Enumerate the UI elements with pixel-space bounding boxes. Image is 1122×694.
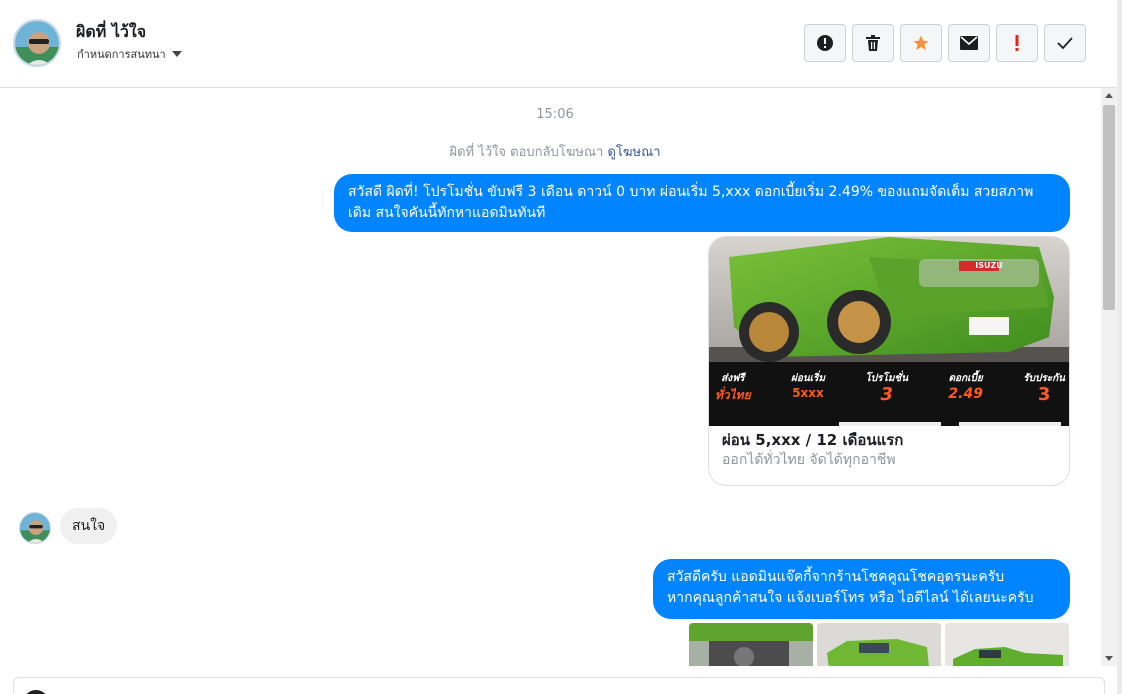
promo-item: ผ่อนเริ่ม 5xxx: [791, 371, 825, 405]
attachment-image[interactable]: [689, 623, 813, 666]
promo-item: โปรโมชั่น 3: [865, 371, 908, 405]
promo-banner: ส่งฟรี ทั่วไทย ผ่อนเริ่ม 5xxx โปรโมชั่น …: [715, 371, 1065, 405]
view-ad-link[interactable]: ดูโฆษณา: [607, 145, 660, 160]
ad-card-image: ISUZU ส่งฟรี ทั่วไทย ผ่อนเริ่ม 5xxx โปรโ…: [709, 237, 1069, 426]
check-icon: [1057, 37, 1073, 50]
thread-scrollbar[interactable]: [1101, 88, 1117, 666]
promo-item-value: 2.49: [948, 386, 983, 402]
scrollbar-thumb[interactable]: [1103, 105, 1115, 310]
delete-button[interactable]: [852, 24, 894, 62]
message-timestamp: 15:06: [536, 107, 574, 122]
caret-down-icon: [171, 51, 182, 57]
ad-note-text: ผิดที่ ไว้ใจ ตอบกลับโฆษณา: [449, 145, 604, 160]
assign-conversation-dropdown[interactable]: กำหนดการสนทนา: [77, 45, 182, 63]
brand-badge: ISUZU: [975, 261, 1003, 270]
promo-item-label: ส่งฟรี: [721, 373, 745, 384]
promo-item-label: ดอกเบี้ย: [948, 373, 983, 384]
attachment-image[interactable]: [817, 623, 941, 666]
attachment-image[interactable]: [945, 623, 1069, 666]
trash-icon: [866, 35, 880, 51]
message-line: หากคุณลูกค้าสนใจ แจ้งเบอร์โทร หรือ ไอดีไ…: [667, 590, 1034, 606]
exclamation-icon: [1015, 35, 1019, 51]
conversation-header: ผิดที่ ไว้ใจ กำหนดการสนทนา: [0, 0, 1117, 88]
assign-label: กำหนดการสนทนา: [77, 48, 166, 61]
conversation-toolbar: [804, 24, 1086, 62]
promo-item-value: 3: [880, 384, 893, 405]
outgoing-message: สวัสดี ผิดที่! โปรโมชั่น ขับฟรี 3 เดือน …: [334, 174, 1070, 232]
contact-avatar-small: [19, 512, 51, 544]
star-icon: [913, 35, 929, 51]
promo-item-value: ทั่วไทย: [715, 388, 751, 402]
scroll-down-arrow-icon[interactable]: [1105, 656, 1113, 661]
image-attachments: [689, 623, 1069, 666]
done-button[interactable]: [1044, 24, 1086, 62]
incoming-message: สนใจ: [60, 508, 118, 544]
contact-avatar[interactable]: [13, 19, 61, 67]
mark-unread-button[interactable]: [948, 24, 990, 62]
spam-button[interactable]: [804, 24, 846, 62]
envelope-icon: [960, 36, 978, 50]
promo-item: ส่งฟรี ทั่วไทย: [715, 371, 751, 405]
contact-name: ผิดที่ ไว้ใจ: [76, 22, 147, 41]
alert-circle-icon: [817, 35, 833, 51]
message-line: สวัสดีครับ แอดมินแจ๊คกี้จากร้านโชคคูณโชค…: [667, 569, 1005, 585]
window-edge: [1117, 0, 1122, 694]
star-button[interactable]: [900, 24, 942, 62]
promo-item-label: ผ่อนเริ่ม: [790, 373, 826, 384]
promo-item: รับประกัน 3: [1023, 371, 1065, 405]
promo-item: ดอกเบี้ย 2.49: [948, 371, 983, 405]
outgoing-message: สวัสดีครับ แอดมินแจ๊คกี้จากร้านโชคคูณโชค…: [653, 559, 1070, 619]
ad-card-subtitle: ออกได้ทั่วไทย จัดได้ทุกอาชีพ: [722, 452, 896, 468]
promo-item-value: 3: [1037, 384, 1051, 405]
message-composer[interactable]: [13, 677, 1105, 694]
ad-reply-note: ผิดที่ ไว้ใจ ตอบกลับโฆษณา ดูโฆษณา: [0, 141, 1101, 162]
page-avatar: [23, 690, 49, 694]
promo-item-value: 5xxx: [792, 386, 824, 400]
follow-up-button[interactable]: [996, 24, 1038, 62]
inbox-app: ผิดที่ ไว้ใจ กำหนดการสนทนา 15:06 ผิดที่ …: [0, 0, 1122, 694]
ad-card[interactable]: ISUZU ส่งฟรี ทั่วไทย ผ่อนเริ่ม 5xxx โปรโ…: [708, 236, 1070, 486]
scroll-up-arrow-icon[interactable]: [1105, 93, 1113, 98]
message-thread: 15:06 ผิดที่ ไว้ใจ ตอบกลับโฆษณา ดูโฆษณา …: [0, 88, 1101, 666]
